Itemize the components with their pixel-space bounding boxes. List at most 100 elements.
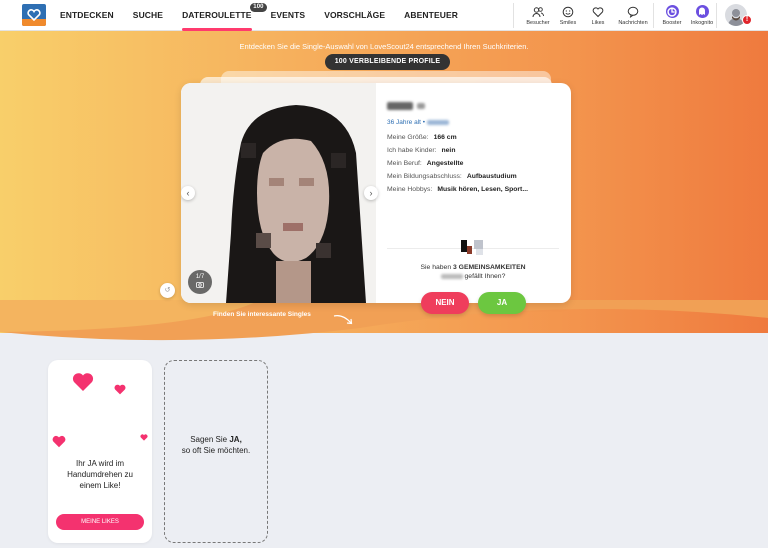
detail-hobbies: Meine Hobbys: Musik hören, Lesen, Sport..… — [387, 186, 563, 193]
my-likes-button[interactable]: MEINE LIKES — [56, 514, 144, 530]
top-navigation-bar: ENTDECKEN SUCHE DATEROULETTE 100 EVENTS V… — [0, 0, 768, 31]
undo-button[interactable]: ↺ — [160, 283, 175, 298]
no-button[interactable]: NEIN — [421, 292, 469, 314]
nav-label: DATEROULETTE — [182, 10, 252, 20]
heart-decoration-icon — [72, 373, 94, 391]
detail-children: Ich habe Kinder: nein — [387, 147, 563, 154]
profile-age: 36 Jahre alt • — [387, 119, 426, 126]
likes-tile-text: Ihr JA wird im Handumdrehen zu einem Lik… — [67, 459, 133, 490]
blurred-name — [387, 101, 413, 110]
profile-name-blurred — [387, 97, 563, 115]
previous-photo-button[interactable]: ‹ — [181, 186, 195, 200]
photo-counter-text: 1/7 — [195, 274, 205, 280]
undo-icon: ↺ — [164, 287, 171, 294]
heart-decoration-icon — [114, 384, 126, 395]
smiles-button[interactable]: Smiles — [553, 6, 583, 26]
hero-wave-divider — [0, 300, 768, 341]
blurred-name-suffix — [417, 102, 426, 109]
likes-tile: Ihr JA wird im Handumdrehen zu einem Lik… — [48, 360, 152, 543]
visitors-label: Besucher — [526, 19, 550, 26]
next-photo-button[interactable]: › — [364, 186, 378, 200]
chat-icon — [627, 6, 639, 18]
nav-label: EVENTS — [270, 10, 306, 20]
nav-label: SUCHE — [132, 10, 164, 20]
messages-label: Nachrichten — [618, 19, 648, 26]
smiles-label: Smiles — [559, 19, 577, 26]
pixelated-portrait-image — [181, 83, 376, 303]
common-interests-icons — [461, 240, 483, 255]
detail-value: Angestellte — [426, 160, 464, 167]
nav-dateroulette[interactable]: DATEROULETTE 100 — [182, 0, 267, 31]
incognito-label: Inkognito — [690, 20, 714, 26]
hint-text: Finden Sie interessante Singles — [213, 311, 311, 318]
incognito-button[interactable]: Inkognito — [687, 5, 717, 26]
likes-label: Likes — [591, 19, 605, 26]
yes-button[interactable]: JA — [478, 292, 526, 314]
common-question: gefällt Ihnen? — [464, 273, 506, 280]
profile-card[interactable]: ‹ › 36 Jahre alt • Meine Größe: 166 cm Ic… — [181, 83, 571, 303]
header-divider — [653, 3, 654, 28]
say-yes-tile: Sagen Sie JA, so oft Sie möchten. — [164, 360, 268, 543]
booster-label: Booster — [662, 20, 682, 26]
say-yes-text: Sagen Sie JA, so oft Sie möchten. — [165, 434, 267, 456]
nav-label: ENTDECKEN — [60, 10, 114, 20]
header-divider — [513, 3, 514, 28]
detail-value: 166 cm — [433, 134, 457, 141]
detail-education: Mein Bildungsabschluss: Aufbaustudium — [387, 173, 563, 180]
visitors-icon — [532, 6, 544, 17]
say-yes-prefix: Sagen Sie — [190, 435, 228, 444]
smile-icon — [562, 6, 574, 17]
nav-label: ABENTEUER — [404, 10, 458, 20]
premium-icons: Booster Inkognito — [657, 0, 717, 31]
intro-text: Entdecken Sie die Single-Auswahl von Lov… — [239, 42, 529, 51]
header-divider — [716, 3, 717, 28]
heart-decoration-icon — [52, 435, 66, 448]
booster-button[interactable]: Booster — [657, 5, 687, 26]
photo-counter: 1/7 — [188, 270, 212, 294]
dateroulette-count-badge: 100 — [250, 3, 267, 12]
incognito-icon — [695, 5, 709, 18]
nav-entdecken[interactable]: ENTDECKEN — [60, 0, 114, 31]
nav-vorschlaege[interactable]: VORSCHLÄGE — [324, 0, 385, 31]
detail-job: Mein Beruf: Angestellte — [387, 160, 563, 167]
detail-value: Aufbaustudium — [466, 173, 517, 180]
main-nav: ENTDECKEN SUCHE DATEROULETTE 100 EVENTS V… — [60, 0, 477, 31]
profile-info: 36 Jahre alt • Meine Größe: 166 cm Ich ha… — [387, 97, 563, 193]
nav-label: VORSCHLÄGE — [324, 10, 386, 20]
nav-events[interactable]: EVENTS — [271, 0, 306, 31]
profile-details: Meine Größe: 166 cm Ich habe Kinder: nein … — [387, 134, 563, 193]
common-interests-text: Sie haben 3 GEMEINSAMKEITEN gefällt Ihne… — [387, 264, 559, 280]
profile-photo[interactable] — [181, 83, 376, 303]
nav-abenteuer[interactable]: ABENTEUER — [404, 0, 458, 31]
common-prefix: Sie haben — [420, 264, 452, 271]
common-count: 3 GEMEINSAMKEITEN — [453, 264, 526, 271]
profile-age-location: 36 Jahre alt • — [387, 119, 563, 126]
detail-value: Musik hören, Lesen, Sport... — [437, 186, 528, 193]
detail-label: Meine Hobbys: — [387, 186, 433, 193]
detail-label: Ich habe Kinder: — [387, 147, 437, 154]
find-singles-hint: Finden Sie interessante Singles — [213, 311, 311, 318]
blurred-location — [426, 119, 449, 125]
chevron-left-icon: ‹ — [186, 188, 190, 198]
activity-icons: Besucher Smiles Likes Nachrichten — [523, 0, 653, 31]
detail-height: Meine Größe: 166 cm — [387, 134, 563, 141]
detail-label: Mein Bildungsabschluss: — [387, 173, 462, 180]
likes-button[interactable]: Likes — [583, 6, 613, 26]
visitors-button[interactable]: Besucher — [523, 6, 553, 26]
detail-value: nein — [441, 147, 456, 154]
remaining-profiles-pill: 100 VERBLEIBENDE PROFILE — [325, 54, 450, 70]
detail-label: Mein Beruf: — [387, 160, 422, 167]
chevron-right-icon: › — [369, 188, 373, 198]
say-yes-strong: JA, — [229, 435, 242, 444]
detail-label: Meine Größe: — [387, 134, 429, 141]
say-yes-rest: so oft Sie möchten. — [181, 446, 251, 455]
lovescout-logo[interactable] — [22, 4, 46, 26]
curved-arrow-icon — [333, 315, 353, 325]
heart-decoration-icon — [140, 434, 148, 441]
camera-icon — [196, 282, 204, 290]
nav-suche[interactable]: SUCHE — [133, 0, 163, 31]
blurred-name-inline — [440, 273, 463, 279]
messages-button[interactable]: Nachrichten — [613, 6, 653, 26]
booster-icon — [665, 5, 679, 18]
notification-alert-badge[interactable]: ! — [742, 15, 752, 25]
